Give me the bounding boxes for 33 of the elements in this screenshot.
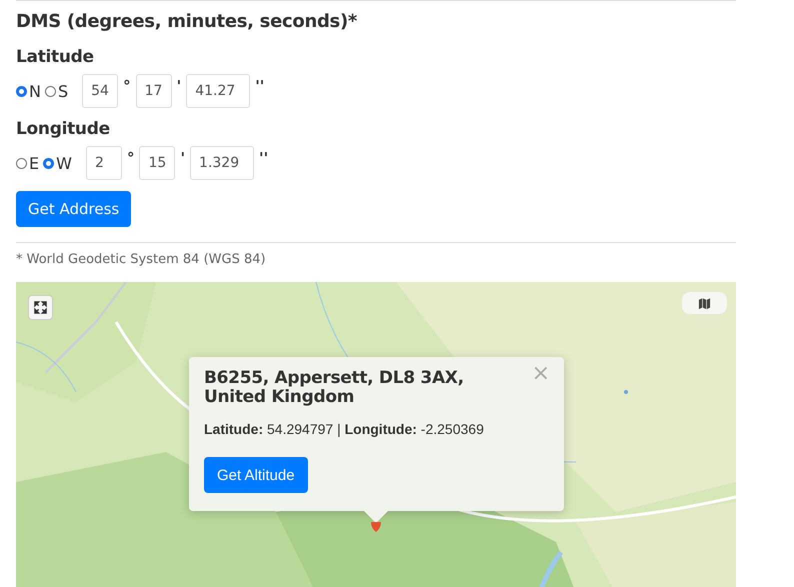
address-title: B6255, Appersett, DL8 3AX, United Kingdom: [204, 369, 465, 407]
minute-symbol: ': [180, 149, 186, 167]
get-altitude-button[interactable]: Get Altitude: [204, 457, 308, 493]
minutes-field[interactable]: 17: [136, 74, 172, 108]
radio-button[interactable]: [43, 158, 54, 168]
minutes-field[interactable]: 15: [139, 146, 176, 180]
degree-symbol: °: [126, 149, 134, 167]
second-symbol: '': [255, 77, 264, 95]
degree-symbol: °: [123, 77, 131, 95]
seconds-field[interactable]: 41.27: [186, 74, 250, 108]
seconds-field[interactable]: 1.329: [190, 146, 254, 180]
expand-arrows-icon: [34, 301, 47, 314]
footnote: * World Geodetic System 84 (WGS 84): [16, 242, 736, 272]
minute-symbol: ': [176, 77, 182, 95]
section-heading: DMS (degrees, minutes, seconds)*: [16, 10, 358, 34]
second-symbol: '': [259, 149, 268, 167]
location-marker-icon: [370, 522, 382, 532]
degrees-field[interactable]: 54: [82, 74, 118, 108]
folded-map-icon: [698, 296, 711, 310]
coordinates-text: Latitude: 54.294797 | Longitude: -2.250369: [204, 421, 485, 437]
map-type-button[interactable]: [682, 292, 727, 314]
radio-button[interactable]: [44, 86, 56, 96]
get-address-button[interactable]: Get Address: [16, 191, 132, 227]
degrees-field[interactable]: 2: [86, 146, 122, 180]
radio-button[interactable]: [16, 86, 27, 96]
field-label: Longitude: [16, 118, 111, 141]
radio-label: W: [56, 154, 72, 172]
radio-label: E: [29, 154, 40, 172]
field-label: Latitude: [16, 46, 95, 69]
radio-label: S: [58, 82, 68, 100]
radio-label: N: [29, 82, 41, 100]
fullscreen-button[interactable]: [28, 295, 53, 320]
radio-button[interactable]: [16, 158, 27, 168]
